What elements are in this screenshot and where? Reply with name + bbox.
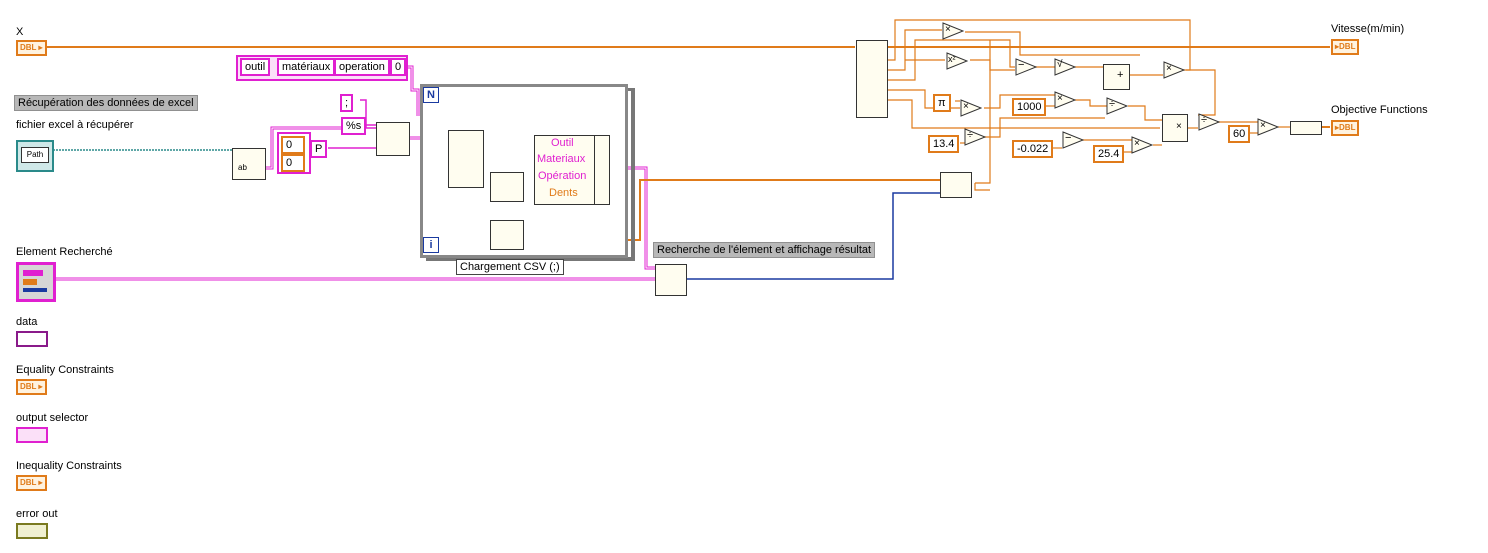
op-symbol: + [1117, 69, 1124, 81]
op-symbol: − [1065, 132, 1072, 144]
data-label: data [16, 316, 38, 328]
pi-constant[interactable]: π [933, 94, 951, 112]
dbl-tag: DBL [20, 382, 37, 391]
loop-count-terminal[interactable]: N [423, 87, 439, 103]
op-symbol: x² [948, 54, 956, 64]
multiply-node[interactable]: × [1131, 136, 1154, 154]
index-row-constant: 0 [281, 136, 305, 154]
path-tag: Path [21, 147, 49, 163]
p-constant[interactable]: P [310, 140, 328, 158]
equality-label: Equality Constraints [16, 364, 114, 376]
sqrt-node[interactable]: √ [1054, 58, 1077, 76]
string-element: operation [334, 58, 390, 76]
element-control-terminal[interactable] [16, 262, 56, 302]
op-symbol: × [1057, 93, 1063, 104]
string-element: matériaux [277, 58, 336, 76]
excel-section-label: Récupération des données de excel [14, 95, 198, 111]
cluster-bar [23, 270, 43, 276]
vi-icon-text: ab [238, 163, 247, 172]
cluster-bar [23, 288, 47, 292]
error-out-terminal[interactable] [16, 523, 48, 539]
string-array-constant[interactable]: outil matériaux operation 0 [236, 55, 408, 81]
multiply-node[interactable]: × [960, 99, 983, 117]
x-label: X [16, 26, 24, 38]
unbundle-node[interactable] [856, 40, 888, 118]
format-constant[interactable]: %s [341, 117, 367, 135]
equality-control-terminal[interactable]: DBL ▸ [16, 379, 47, 395]
index-col-constant: 0 [281, 154, 305, 172]
x-control-terminal[interactable]: DBL ▸ [16, 40, 47, 56]
bundle-output [594, 135, 610, 205]
vitesse-indicator-terminal[interactable]: ▸DBL [1331, 39, 1360, 55]
string-element: outil [240, 58, 271, 76]
data-indicator-terminal[interactable] [16, 331, 48, 347]
op-symbol: ÷ [1109, 98, 1116, 110]
op-symbol: × [945, 24, 951, 35]
op-symbol: × [963, 101, 969, 112]
element-label: Element Recherché [16, 246, 113, 258]
fichier-label: fichier excel à récupérer [16, 119, 134, 131]
op-symbol: − [1018, 59, 1025, 71]
separator-constant[interactable]: ; [340, 94, 354, 112]
index-array-node[interactable] [448, 130, 484, 188]
vitesse-label: Vitesse(m/min) [1331, 23, 1405, 35]
compound-multiply-node[interactable]: × [1162, 114, 1188, 142]
op-symbol: × [1134, 138, 1140, 149]
divide-node[interactable]: ÷ [964, 128, 987, 146]
error-out-label: error out [16, 508, 58, 520]
number-conversion-node[interactable] [490, 220, 524, 250]
bundle-element-dents: Dents [549, 187, 578, 199]
bundle-element-operation: Opération [538, 170, 587, 182]
dbl-tag: DBL [20, 43, 37, 52]
constant-25-4[interactable]: 25.4 [1093, 145, 1125, 163]
loop-iteration-terminal: i [423, 237, 439, 253]
constant-13-4[interactable]: 13.4 [928, 135, 960, 153]
objective-indicator-terminal[interactable]: ▸DBL [1331, 120, 1360, 136]
dbl-tag: DBL [20, 478, 37, 487]
bundle-element-outil: Outil [551, 137, 574, 149]
search-vi[interactable] [655, 264, 687, 296]
square-node[interactable]: x² [946, 52, 969, 70]
op-symbol: × [1176, 121, 1182, 132]
multiply-node[interactable]: × [1257, 118, 1280, 136]
op-symbol: √ [1057, 59, 1063, 70]
bundle-element-materiaux: Materiaux [537, 153, 586, 165]
op-symbol: × [1260, 120, 1266, 131]
constant-60[interactable]: 60 [1228, 125, 1251, 143]
op-symbol: ÷ [967, 129, 974, 141]
output-selector-terminal[interactable] [16, 427, 48, 443]
search-label: Recherche de l'élement et affichage résu… [653, 242, 876, 258]
op-symbol: ÷ [1201, 114, 1208, 126]
inequality-label: Inequality Constraints [16, 460, 122, 472]
block-diagram-wires [46, 19, 1330, 281]
divide-node[interactable]: ÷ [1106, 97, 1129, 115]
multiply-node[interactable]: × [1163, 61, 1186, 79]
index-array-constant[interactable]: 0 0 [277, 132, 311, 174]
multiply-node[interactable]: × [942, 22, 965, 40]
subtract-node[interactable]: − [1062, 131, 1085, 149]
dbl-tag: DBL [1339, 123, 1356, 132]
output-selector-label: output selector [16, 412, 89, 424]
constant-neg-0-022[interactable]: -0.022 [1012, 140, 1054, 158]
multiply-node[interactable]: × [1054, 91, 1077, 109]
format-spreadsheet-vi[interactable] [376, 122, 410, 156]
loop-label: Chargement CSV (;) [456, 259, 564, 275]
cluster-bar [23, 279, 37, 285]
op-symbol: × [1166, 63, 1172, 74]
index-array-node[interactable] [940, 172, 972, 198]
inequality-control-terminal[interactable]: DBL ▸ [16, 475, 47, 491]
subtract-node[interactable]: − [1015, 58, 1038, 76]
objective-label: Objective Functions [1331, 104, 1428, 116]
read-spreadsheet-vi[interactable]: ab [232, 148, 266, 180]
number-conversion-node[interactable] [490, 172, 524, 202]
build-array-node[interactable] [1290, 121, 1322, 135]
path-control-terminal[interactable]: Path [16, 140, 54, 172]
compound-add-node[interactable]: + [1103, 64, 1130, 90]
dbl-tag: DBL [1339, 42, 1356, 51]
constant-1000[interactable]: 1000 [1012, 98, 1047, 116]
array-index: 0 [390, 58, 407, 76]
divide-node[interactable]: ÷ [1198, 113, 1221, 131]
